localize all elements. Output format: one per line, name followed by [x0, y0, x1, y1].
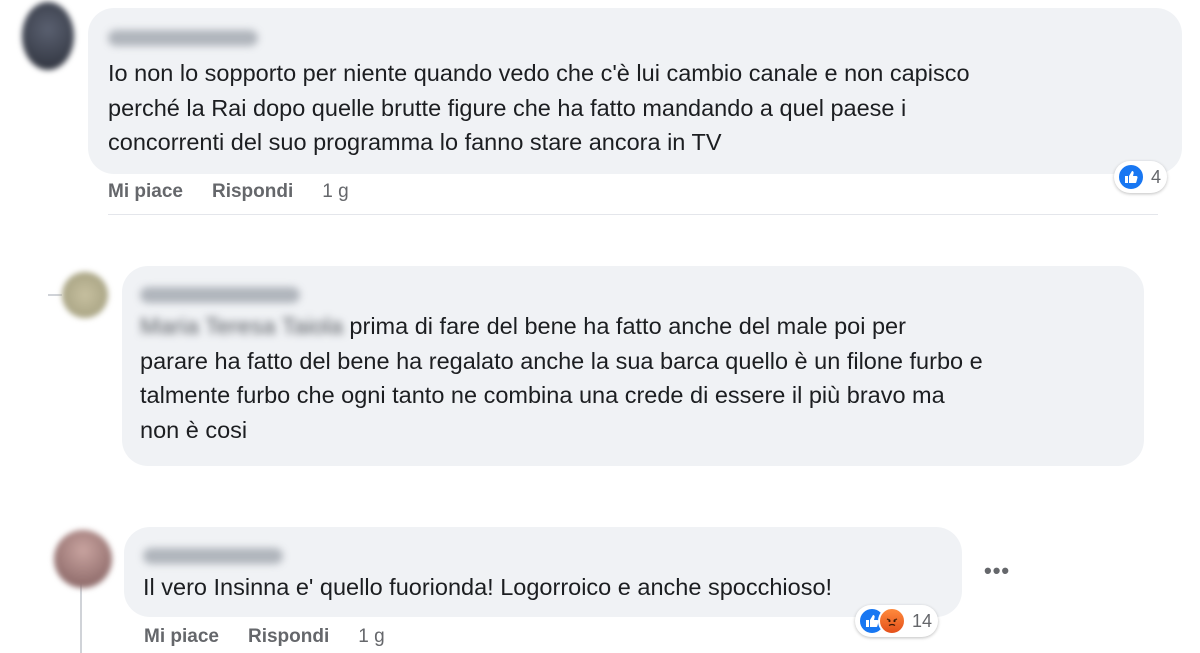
- comment-actions: Mi piace Rispondi 1 g: [144, 626, 385, 648]
- divider: [108, 214, 1158, 215]
- avatar[interactable]: [54, 530, 112, 588]
- more-options-button[interactable]: •••: [984, 558, 1010, 584]
- avatar[interactable]: [22, 2, 74, 70]
- comment-text: Il vero Insinna e' quello fuorionda! Log…: [143, 574, 833, 600]
- like-button[interactable]: Mi piace: [144, 626, 219, 648]
- reaction-count: 4: [1151, 166, 1162, 187]
- reply-button[interactable]: Rispondi: [212, 181, 293, 203]
- comment-text: Io non lo sopporto per niente quando ved…: [108, 60, 970, 155]
- reply-button[interactable]: Rispondi: [248, 626, 329, 648]
- like-button[interactable]: Mi piace: [108, 181, 183, 203]
- thread-connector: [48, 294, 62, 296]
- comment-actions: Mi piace Rispondi 1 g: [108, 181, 349, 203]
- avatar[interactable]: [62, 272, 108, 318]
- angry-icon: [878, 607, 906, 635]
- tagged-name-link[interactable]: Maria Teresa Taiola: [140, 309, 343, 344]
- like-icon: [1117, 163, 1145, 191]
- comment-timestamp[interactable]: 1 g: [322, 181, 348, 203]
- comment-author-name[interactable]: [143, 548, 283, 564]
- reaction-summary[interactable]: 4: [1114, 161, 1168, 193]
- reaction-count: 14: [912, 610, 933, 631]
- comment-text: Maria Teresa Taiola prima di fare del be…: [140, 309, 1140, 447]
- thread-connector: [80, 580, 82, 653]
- comment-author-name[interactable]: [140, 287, 300, 303]
- comment-author-name[interactable]: [108, 30, 258, 46]
- comment-timestamp[interactable]: 1 g: [358, 626, 384, 648]
- reaction-summary[interactable]: 14: [855, 605, 939, 637]
